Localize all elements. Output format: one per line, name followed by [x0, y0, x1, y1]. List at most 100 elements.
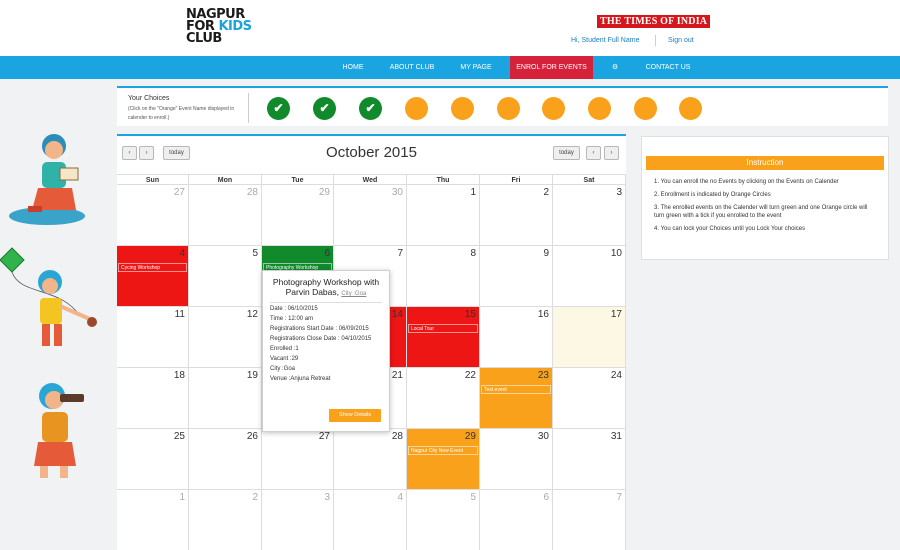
calendar-day-cell[interactable]: 30	[334, 185, 407, 246]
day-number: 7	[616, 492, 622, 503]
day-number: 7	[397, 248, 403, 259]
day-number: 3	[616, 187, 622, 198]
choices-divider	[248, 93, 249, 123]
calendar-day-cell[interactable]: 28	[334, 429, 407, 490]
choice-circle-enrolled: ✔	[313, 97, 336, 120]
instruction-item: 4. You can lock your Choices until you L…	[654, 226, 806, 232]
calendar-day-cell[interactable]: 11	[117, 307, 189, 368]
calendar-day-cell[interactable]: 24	[553, 368, 626, 429]
day-number: 28	[391, 431, 403, 442]
calendar-day-cell[interactable]: 5	[189, 246, 262, 307]
instruction-item: 1. You can enroll the no Events by click…	[654, 179, 839, 185]
instruction-item: 2. Enrollment is indicated by Orange Cir…	[654, 192, 771, 198]
popup-divider	[270, 302, 382, 303]
day-number: 30	[391, 187, 403, 198]
day-number: 24	[610, 370, 622, 381]
calendar-day-cell[interactable]: 18	[117, 368, 189, 429]
calendar-event[interactable]: Test event	[481, 385, 551, 394]
next-month-button-right[interactable]: ›	[604, 146, 619, 160]
calendar-day-cell[interactable]: 10	[553, 246, 626, 307]
nav-enrol-for-events[interactable]: ENROL FOR EVENTS	[510, 56, 593, 79]
calendar-day-cell[interactable]: 17	[553, 307, 626, 368]
choice-circle-available	[679, 97, 702, 120]
calendar-day-cell[interactable]: 7	[553, 490, 626, 550]
popup-detail-row: Registrations Start Date : 06/09/2015	[270, 326, 369, 332]
calendar-day-cell[interactable]: 22	[407, 368, 480, 429]
popup-detail-row: Time : 12:00 am	[270, 316, 314, 322]
calendar-day-cell[interactable]: 27	[262, 429, 334, 490]
calendar-day-cell[interactable]: 16	[480, 307, 553, 368]
logo-kids: KIDS	[218, 19, 252, 34]
calendar-event[interactable]: Local Tour	[408, 324, 478, 333]
choice-circle-available	[497, 97, 520, 120]
show-details-button[interactable]: Show Details	[329, 409, 381, 422]
nav-contact-us[interactable]: CONTACT US	[637, 56, 699, 79]
day-number: 30	[537, 431, 549, 442]
calendar-day-cell[interactable]: 12	[189, 307, 262, 368]
calendar-day-cell[interactable]: 27	[117, 185, 189, 246]
day-number: 15	[464, 309, 476, 320]
nav-home[interactable]: HOME	[333, 56, 373, 79]
weekday-header: Wed	[334, 174, 407, 185]
day-number: 2	[543, 187, 549, 198]
gear-icon[interactable]: ⚙	[604, 56, 626, 79]
day-number: 29	[464, 431, 476, 442]
calendar-day-cell[interactable]: 29	[262, 185, 334, 246]
calendar-day-cell[interactable]: 19	[189, 368, 262, 429]
site-logo[interactable]: NAGPUR FOR KIDS CLUB	[186, 8, 266, 45]
user-greeting[interactable]: Hi, Student Full Name	[571, 37, 639, 44]
calendar-day-cell[interactable]: 2	[480, 185, 553, 246]
prev-month-button-right[interactable]: ‹	[586, 146, 601, 160]
day-number: 23	[537, 370, 549, 381]
calendar-day-cell[interactable]: 28	[189, 185, 262, 246]
calendar-day-cell[interactable]: 25	[117, 429, 189, 490]
calendar-day-cell[interactable]: 31	[553, 429, 626, 490]
instruction-panel: Instruction 1. You can enroll the no Eve…	[641, 136, 889, 260]
day-number: 21	[391, 370, 403, 381]
nav-about-club[interactable]: ABOUT CLUB	[381, 56, 443, 79]
day-number: 5	[252, 248, 258, 259]
day-number: 12	[246, 309, 258, 320]
calendar-event[interactable]: Cycing Workshop	[118, 263, 187, 272]
day-number: 22	[464, 370, 476, 381]
calendar-day-cell[interactable]: 29 Nagpur City New Event	[407, 429, 480, 490]
calendar-day-cell[interactable]: 4	[334, 490, 407, 550]
choices-subtitle: (Click on the "Orange" Event Name displa…	[128, 106, 235, 121]
instruction-title: Instruction	[646, 156, 884, 170]
times-of-india-logo[interactable]: THE TIMES OF INDIA	[597, 15, 711, 28]
weekday-header: Sun	[117, 174, 189, 185]
calendar-day-cell[interactable]: 3	[262, 490, 334, 550]
day-number: 11	[174, 309, 185, 320]
day-number: 31	[610, 431, 622, 442]
popup-city-link[interactable]: City :Goa	[341, 291, 366, 297]
calendar-day-cell[interactable]: 2	[189, 490, 262, 550]
popup-event-title: Photography Workshop with Parvin Dabas, …	[270, 277, 382, 299]
calendar-day-cell[interactable]: 1	[407, 185, 480, 246]
calendar-day-cell[interactable]: 1	[117, 490, 189, 550]
main-nav: HOME ABOUT CLUB MY PAGE ENROL FOR EVENTS…	[0, 56, 900, 79]
calendar-day-cell[interactable]: 26	[189, 429, 262, 490]
check-icon: ✔	[365, 101, 376, 115]
header-divider	[655, 35, 656, 46]
popup-detail-row: Registrations Close Date : 04/10/2015	[270, 336, 372, 342]
calendar-day-cell[interactable]: 9	[480, 246, 553, 307]
calendar-day-cell[interactable]: 8	[407, 246, 480, 307]
calendar-month-title: October 2015	[326, 144, 417, 161]
choice-circle-available	[451, 97, 474, 120]
calendar-day-cell[interactable]: 3	[553, 185, 626, 246]
nav-my-page[interactable]: MY PAGE	[452, 56, 500, 79]
day-number: 26	[246, 431, 258, 442]
calendar-event[interactable]: Nagpur City New Event	[408, 446, 478, 455]
today-button-right[interactable]: today	[553, 146, 580, 160]
calendar-day-cell[interactable]: 30	[480, 429, 553, 490]
calendar-day-cell[interactable]: 4 Cycing Workshop	[117, 246, 189, 307]
weekday-header: Sat	[553, 174, 626, 185]
day-number: 18	[173, 370, 185, 381]
sign-out-link[interactable]: Sign out	[668, 37, 694, 44]
calendar-day-cell[interactable]: 23 Test event	[480, 368, 553, 429]
calendar-day-cell[interactable]: 15 Local Tour	[407, 307, 480, 368]
calendar-day-cell[interactable]: 6	[480, 490, 553, 550]
day-number: 17	[610, 309, 622, 320]
calendar-day-cell[interactable]: 5	[407, 490, 480, 550]
kid-binoculars-illustration	[34, 383, 84, 478]
